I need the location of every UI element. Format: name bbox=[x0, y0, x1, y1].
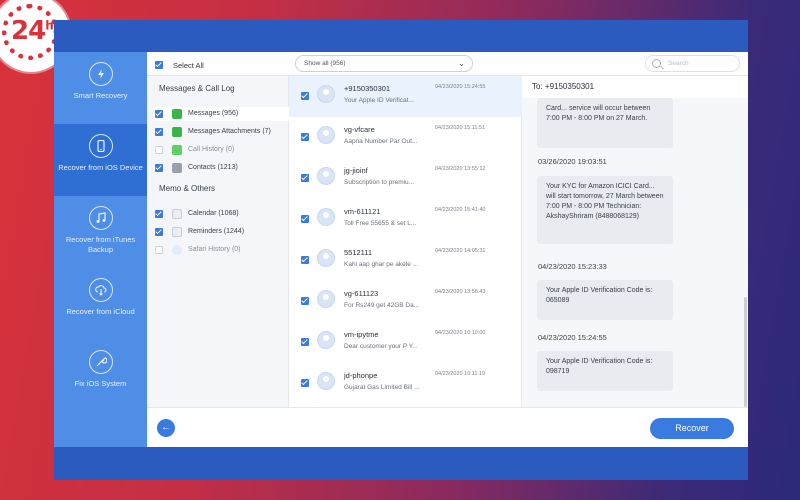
avatar bbox=[317, 372, 335, 390]
message-row[interactable]: vg-vfcare Aapna Number Par Out... 04/23/… bbox=[289, 117, 522, 158]
checkbox-icon[interactable] bbox=[301, 338, 309, 346]
select-all-checkbox[interactable]: Select All bbox=[155, 60, 204, 70]
lightning-refresh-icon bbox=[88, 62, 113, 86]
message-row[interactable]: jd-phonpe Gujarat Gas Limited Bill ... 0… bbox=[289, 363, 522, 404]
sidebar: Smart Recovery Recover from iOS Device R… bbox=[54, 52, 147, 447]
category-contacts[interactable]: Contacts (1213) bbox=[153, 161, 289, 175]
message-row[interactable]: vg-611123 For Rs249 get 42GB Da... 04/23… bbox=[289, 281, 522, 322]
phone-icon bbox=[88, 134, 113, 158]
conversation-recipient: To: +9150350301 bbox=[522, 76, 748, 98]
message-bubble: Your Apple ID Verification Code is: 0650… bbox=[537, 280, 673, 320]
conversation-scrollbar[interactable] bbox=[744, 297, 747, 407]
checkbox-icon[interactable] bbox=[301, 215, 309, 223]
toolbar: Select All Show all (956) ⌄ Search bbox=[147, 52, 748, 76]
sidebar-item-recover-itunes[interactable]: Recover from iTunes Backup bbox=[54, 196, 147, 268]
checkbox-icon[interactable] bbox=[301, 92, 309, 100]
category-reminders[interactable]: Reminders (1244) bbox=[153, 225, 289, 239]
app-window: Smart Recovery Recover from iOS Device R… bbox=[54, 20, 748, 480]
sidebar-item-label: Recover from iOS Device bbox=[58, 163, 143, 172]
logo-text: 24h bbox=[11, 16, 54, 46]
phone-call-icon bbox=[172, 145, 182, 155]
category-group-title: Messages & Call Log bbox=[159, 84, 235, 93]
category-messages-attachments[interactable]: Messages Attachments (7) bbox=[153, 125, 289, 139]
message-bubble: Card... service will occur between 7:00 … bbox=[537, 98, 673, 148]
checkbox-icon[interactable] bbox=[301, 174, 309, 182]
window-top-bar bbox=[54, 20, 748, 52]
avatar bbox=[317, 167, 335, 185]
message-timestamp: 03/26/2020 19:03:51 bbox=[538, 157, 607, 166]
window-bottom-bar bbox=[54, 447, 748, 480]
checkbox-icon[interactable] bbox=[301, 379, 309, 387]
search-input[interactable]: Search bbox=[645, 55, 740, 72]
message-timestamp: 04/23/2020 15:23:33 bbox=[538, 262, 607, 271]
avatar bbox=[317, 208, 335, 226]
avatar bbox=[317, 290, 335, 308]
reminders-icon bbox=[172, 227, 182, 237]
message-list: +9150350301 Your Apple ID Verificat... 0… bbox=[289, 76, 522, 407]
category-panel: Messages & Call Log Messages (956) Messa… bbox=[147, 76, 289, 407]
message-row[interactable]: +9150350301 Your Apple ID Verificat... 0… bbox=[289, 76, 522, 117]
chevron-down-icon: ⌄ bbox=[458, 59, 465, 68]
message-row[interactable]: 5512111 Kahi aap ghar pe akele ... 04/23… bbox=[289, 240, 522, 281]
recover-button[interactable]: Recover bbox=[650, 418, 734, 439]
avatar bbox=[317, 249, 335, 267]
message-row[interactable]: jg-jioinf Subscription to premiu... 04/2… bbox=[289, 158, 522, 199]
checkbox-icon[interactable] bbox=[155, 146, 163, 154]
avatar bbox=[317, 331, 335, 349]
safari-icon bbox=[172, 245, 182, 255]
message-row[interactable]: vm-ipytme Dear customer your P Y... 04/2… bbox=[289, 322, 522, 363]
sidebar-item-recover-ios-device[interactable]: Recover from iOS Device bbox=[54, 124, 147, 196]
sidebar-item-recover-icloud[interactable]: Recover from iCloud bbox=[54, 268, 147, 340]
checkbox-icon[interactable] bbox=[301, 133, 309, 141]
sidebar-item-label: Fix iOS System bbox=[74, 379, 127, 388]
sidebar-item-fix-ios-system[interactable]: Fix iOS System bbox=[54, 340, 147, 412]
footer-bar: ← Recover bbox=[147, 407, 748, 447]
sidebar-item-label: Smart Recovery bbox=[73, 91, 128, 100]
sidebar-item-smart-recovery[interactable]: Smart Recovery bbox=[54, 52, 147, 124]
message-row[interactable]: vm-611121 Toll Free 55655 & set L... 04/… bbox=[289, 199, 522, 240]
contacts-icon bbox=[172, 163, 182, 173]
conversation-panel: To: +9150350301 Card... service will occ… bbox=[522, 76, 748, 407]
category-group-title: Memo & Others bbox=[159, 184, 216, 193]
checkbox-icon[interactable] bbox=[301, 297, 309, 305]
category-safari-history[interactable]: Safari History (0) bbox=[153, 243, 289, 257]
filter-dropdown[interactable]: Show all (956) ⌄ bbox=[295, 55, 473, 72]
message-bubble: Your KYC for Amazon ICICI Card... will s… bbox=[537, 176, 673, 244]
checkbox-icon[interactable] bbox=[155, 110, 163, 118]
checkbox-icon bbox=[155, 61, 163, 70]
back-button[interactable]: ← bbox=[157, 419, 175, 437]
calendar-icon bbox=[172, 209, 182, 219]
category-call-history[interactable]: Call History (0) bbox=[153, 143, 289, 157]
category-calendar[interactable]: Calendar (1068) bbox=[153, 207, 289, 221]
cloud-download-icon bbox=[88, 278, 113, 302]
checkbox-icon[interactable] bbox=[301, 256, 309, 264]
avatar bbox=[317, 85, 335, 103]
music-note-icon bbox=[88, 206, 113, 230]
sidebar-item-label: Recover from iTunes Backup bbox=[65, 235, 136, 254]
checkbox-icon[interactable] bbox=[155, 128, 163, 136]
checkbox-icon[interactable] bbox=[155, 164, 163, 172]
message-timestamp: 04/23/2020 15:24:55 bbox=[538, 333, 607, 342]
checkbox-icon[interactable] bbox=[155, 210, 163, 218]
wrench-icon bbox=[88, 350, 113, 374]
messages-icon bbox=[172, 109, 182, 119]
checkbox-icon[interactable] bbox=[155, 228, 163, 236]
search-icon bbox=[652, 59, 661, 68]
sidebar-item-label: Recover from iCloud bbox=[66, 307, 135, 316]
checkbox-icon[interactable] bbox=[155, 246, 163, 254]
registered-mark: ® bbox=[51, 4, 59, 15]
attachment-icon bbox=[172, 127, 182, 137]
main-panel: Select All Show all (956) ⌄ Search Messa… bbox=[147, 52, 748, 447]
category-messages[interactable]: Messages (956) bbox=[153, 107, 289, 121]
avatar bbox=[317, 126, 335, 144]
message-bubble: Your Apple ID Verification Code is: 0987… bbox=[537, 351, 673, 391]
